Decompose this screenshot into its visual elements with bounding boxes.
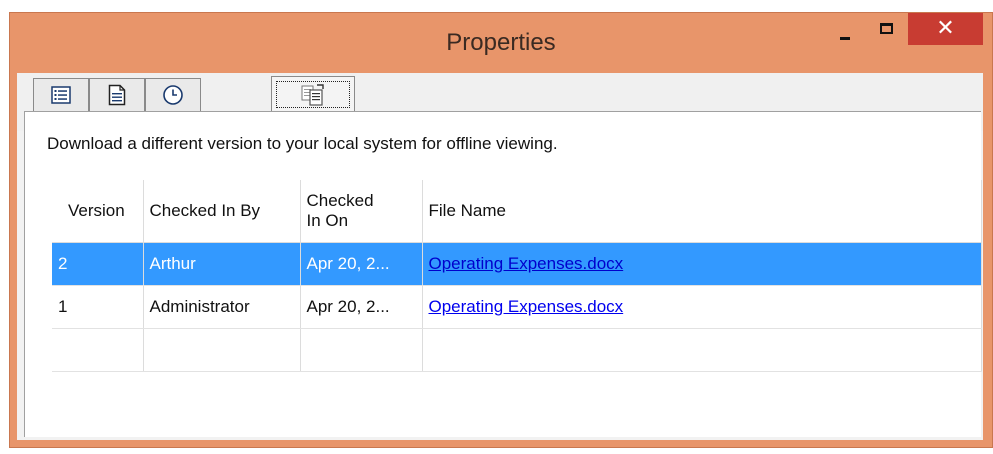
maximize-icon — [880, 23, 893, 34]
document-icon — [108, 84, 126, 106]
table-header-row: Version Checked In By Checked In On File… — [52, 180, 982, 243]
cell-checked-in-by: Administrator — [143, 285, 301, 329]
close-button[interactable]: ✕ — [908, 13, 983, 45]
empty-cell — [143, 328, 301, 372]
cell-file-name: Operating Expenses.docx — [422, 285, 982, 329]
file-link[interactable]: Operating Expenses.docx — [429, 297, 624, 316]
close-icon: ✕ — [936, 15, 955, 40]
cell-version: 1 — [52, 285, 144, 329]
minimize-button[interactable] — [828, 13, 862, 43]
cell-checked-in-by: Arthur — [143, 242, 301, 286]
column-header-checked-in-on[interactable]: Checked In On — [300, 180, 423, 243]
column-header-checked-in-by[interactable]: Checked In By — [143, 180, 301, 243]
column-header-file-name[interactable]: File Name — [422, 180, 982, 243]
cell-checked-in-on: Apr 20, 2... — [300, 242, 423, 286]
tab-properties-list[interactable] — [33, 78, 89, 112]
cell-version: 2 — [52, 242, 144, 286]
cell-checked-in-on: Apr 20, 2... — [300, 285, 423, 329]
file-link[interactable]: Operating Expenses.docx — [429, 254, 624, 273]
empty-cell — [52, 328, 144, 372]
versions-table: Version Checked In By Checked In On File… — [52, 180, 982, 372]
empty-cell — [422, 328, 982, 372]
clock-icon — [163, 85, 183, 105]
table-row-empty — [52, 328, 982, 372]
list-icon — [51, 86, 71, 104]
panel-description: Download a different version to your loc… — [47, 134, 558, 153]
table-row[interactable]: 2 Arthur Apr 20, 2... Operating Expenses… — [52, 242, 982, 286]
minimize-icon — [840, 37, 850, 40]
versions-panel: Download a different version to your loc… — [24, 111, 982, 437]
table-row[interactable]: 1 Administrator Apr 20, 2... Operating E… — [52, 285, 982, 329]
column-header-version[interactable]: Version — [52, 180, 144, 243]
versions-icon — [301, 83, 324, 106]
maximize-button[interactable] — [870, 13, 904, 43]
title-bar[interactable]: Properties ✕ — [10, 13, 992, 73]
empty-cell — [300, 328, 423, 372]
cell-file-name: Operating Expenses.docx — [422, 242, 982, 286]
tab-versions[interactable] — [271, 76, 355, 112]
properties-window: Properties ✕ Download a different versio… — [9, 12, 993, 448]
window-client-area: Download a different version to your loc… — [17, 73, 983, 440]
tab-history[interactable] — [145, 78, 201, 112]
tab-document[interactable] — [89, 78, 145, 112]
